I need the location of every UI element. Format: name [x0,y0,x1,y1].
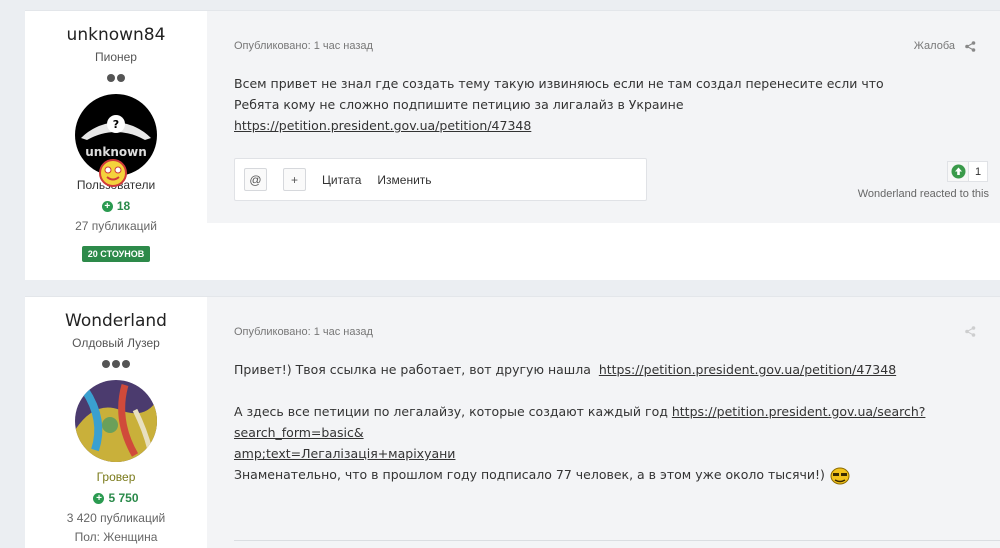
petition-link[interactable]: https://petition.president.gov.ua/petiti… [234,118,531,133]
search-link-continued[interactable]: amp;text=Легалізація+маріхуани [234,446,455,461]
author-rank: Олдовый Лузер [72,336,160,350]
divider [234,540,1000,541]
share-icon[interactable] [965,40,976,52]
body-line: А здесь все петиции по легалайзу, которы… [234,404,668,419]
posts-count: 3 420 публикаций [66,511,166,525]
smiley-badge-icon [99,159,127,187]
body-line: Всем привет не знал где создать тему так… [234,76,884,91]
reputation-plus-icon: + [93,492,105,504]
posts-count: 27 публикаций [75,219,157,233]
reacted-text[interactable]: Wonderland reacted to this [858,188,989,200]
post-body: Привет!) Твоя ссылка не работает, вот др… [234,359,980,486]
multiquote-button[interactable]: + [283,168,306,191]
post-date[interactable]: Опубликовано: 1 час назад [234,326,373,338]
award-badge: 20 СТОУНОВ [81,246,151,262]
author-panel: Wonderland Олдовый Лузер Гровер + 5 750 … [25,297,207,548]
post: unknown84 Пионер ? unknown Пользователи [25,10,1000,280]
post-actions [965,326,976,337]
avatar[interactable] [75,380,157,462]
mention-button[interactable]: @ [244,168,267,191]
body-line: Привет!) Твоя ссылка не работает, вот др… [234,362,591,377]
author-gender: Пол: Женщина [74,530,158,544]
report-link[interactable]: Жалоба [914,40,955,52]
share-icon[interactable] [965,326,976,337]
rank-pips [25,72,207,84]
post-actions: Жалоба [914,40,976,52]
post: Wonderland Олдовый Лузер Гровер + 5 750 … [25,296,1000,548]
reaction-widget[interactable]: 1 [947,161,988,182]
reputation: + 5 750 [25,491,207,505]
body-line: Ребята кому не сложно подпишите петицию … [234,97,684,112]
svg-text:?: ? [113,118,119,131]
post-date[interactable]: Опубликовано: 1 час назад [234,40,373,52]
author-group: Гровер [96,470,136,484]
rank-pips [25,358,207,370]
post-body: Всем привет не знал где создать тему так… [234,73,980,136]
reputation-value: 18 [116,199,131,213]
author-rank: Пионер [95,50,137,64]
emoji-icon [830,467,850,484]
reputation-plus-icon: + [101,200,113,212]
reaction-count: 1 [968,162,987,181]
avatar[interactable]: ? unknown [75,94,157,187]
avatar-text: unknown [85,145,146,159]
author-username[interactable]: Wonderland [25,311,207,331]
reputation-value: 5 750 [108,491,139,505]
post-content: Опубликовано: 1 час назад Жалоба Всем пр… [207,11,1000,223]
reputation: + 18 [25,199,207,213]
author-panel: unknown84 Пионер ? unknown Пользователи [25,11,207,280]
post-content: Опубликовано: 1 час назад Привет!) Твоя … [207,297,1000,548]
quote-button[interactable]: Цитата [322,173,361,187]
body-line: Знаменательно, что в прошлом году подпис… [234,467,825,482]
edit-button[interactable]: Изменить [377,173,431,187]
author-username[interactable]: unknown84 [25,25,207,45]
like-up-icon[interactable] [948,162,968,181]
petition-link[interactable]: https://petition.president.gov.ua/petiti… [599,362,896,377]
post-toolbar: @ + Цитата Изменить [234,158,647,201]
